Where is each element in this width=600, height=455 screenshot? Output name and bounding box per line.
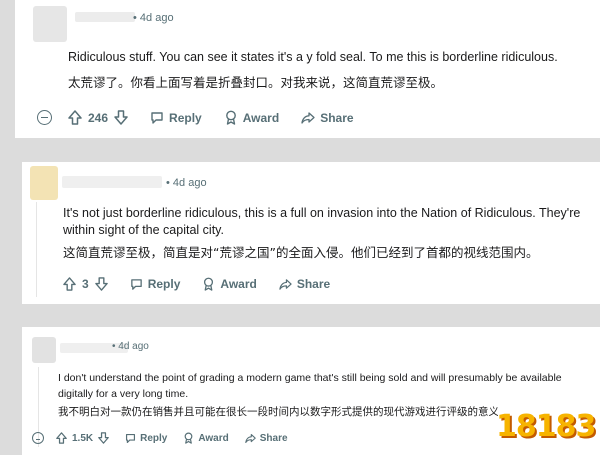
avatar[interactable]: [32, 337, 56, 363]
comment-text-en-line2: digitally for a very long time.: [58, 388, 189, 400]
comment-actions: 246 Reply Award Share: [37, 110, 376, 125]
collapse-thread-icon[interactable]: [37, 110, 52, 125]
site-watermark-logo: 18183: [496, 405, 596, 449]
comment-text-zh: 这简直荒谬至极，简直是对“荒谬之国”的全面入侵。他们已经到了首都的视线范围内。: [63, 245, 539, 260]
reply-button[interactable]: Reply: [150, 111, 202, 125]
comment-timestamp: • 4d ago: [133, 12, 174, 24]
award-icon: [184, 432, 193, 444]
vote-group: 3: [63, 277, 108, 291]
vote-count: 1.5K: [72, 432, 94, 444]
comment-text-zh: 我不明白对一款仍在销售并且可能在很长一段时间内以数字形式提供的现代游戏进行评级的…: [58, 406, 498, 418]
avatar[interactable]: [33, 6, 67, 42]
award-icon: [204, 277, 214, 291]
comment-card: • 4d ago Ridiculous stuff. You can see i…: [15, 0, 600, 138]
username-redacted[interactable]: [62, 176, 162, 188]
share-icon: [301, 111, 315, 124]
award-button[interactable]: Award: [202, 277, 257, 291]
avatar[interactable]: [30, 166, 58, 200]
comment-actions: 3 Reply Award Share: [63, 277, 352, 291]
award-button[interactable]: Award: [224, 110, 279, 125]
share-icon: [244, 433, 256, 443]
vote-group: 1.5K: [56, 432, 109, 444]
username-redacted[interactable]: [75, 12, 135, 22]
upvote-icon[interactable]: [63, 277, 76, 291]
collapse-thread-icon[interactable]: [32, 432, 44, 444]
upvote-icon[interactable]: [56, 432, 67, 444]
comment-timestamp: • 4d ago: [112, 341, 149, 352]
reply-button[interactable]: Reply: [130, 277, 180, 291]
share-icon: [279, 278, 292, 290]
comment-text-en: Ridiculous stuff. You can see it states …: [68, 50, 558, 64]
reply-icon: [126, 433, 136, 443]
comment-text-en-line2: within sight of the capital city.: [63, 223, 224, 237]
comment-card: • 4d ago It's not just borderline ridicu…: [22, 162, 600, 304]
comment-timestamp: • 4d ago: [166, 177, 207, 189]
reply-button[interactable]: Reply: [125, 433, 167, 444]
thread-line[interactable]: [36, 202, 37, 297]
comment-text-en-line1: It's not just borderline ridiculous, thi…: [63, 206, 581, 220]
vote-group: 246: [68, 110, 128, 125]
vote-count: 246: [88, 110, 109, 125]
share-button[interactable]: Share: [244, 433, 288, 444]
comment-text-zh: 太荒谬了。你看上面写着是折叠封口。对我来说，这简直荒谬至极。: [68, 75, 444, 90]
downvote-icon[interactable]: [114, 110, 128, 125]
share-button[interactable]: Share: [279, 277, 330, 291]
downvote-icon[interactable]: [94, 277, 108, 291]
watermark-text: 18183: [496, 409, 596, 444]
comment-text-en-line1: I don't understand the point of grading …: [58, 372, 562, 384]
downvote-icon[interactable]: [98, 432, 109, 444]
upvote-icon[interactable]: [68, 110, 82, 125]
comment-actions: 1.5K Reply Award Share: [32, 432, 310, 444]
reply-icon: [151, 111, 163, 124]
reply-icon: [130, 278, 142, 290]
vote-count: 3: [82, 277, 89, 291]
award-button[interactable]: Award: [183, 432, 229, 444]
award-icon: [225, 110, 236, 125]
share-button[interactable]: Share: [301, 111, 354, 125]
